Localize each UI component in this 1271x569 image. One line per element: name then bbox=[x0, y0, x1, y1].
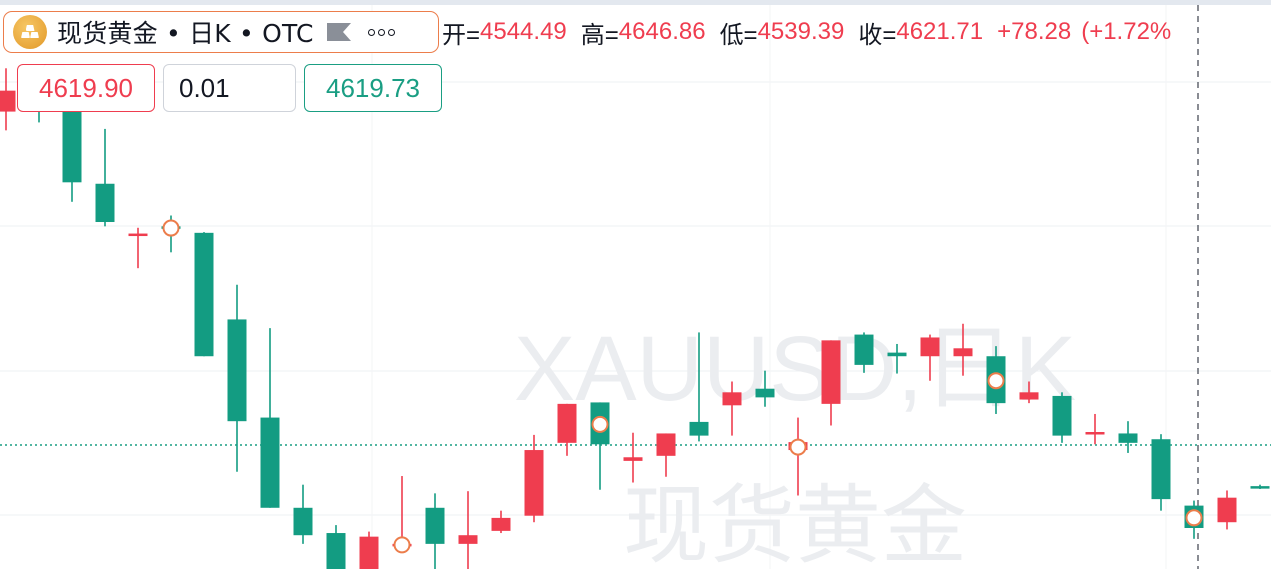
candle-body bbox=[260, 417, 280, 508]
open-label: 开= bbox=[442, 21, 481, 49]
candle-body bbox=[359, 536, 379, 569]
candle-body bbox=[194, 232, 214, 357]
open-value: 4544.49 bbox=[480, 18, 567, 45]
candle-body bbox=[1118, 433, 1138, 443]
close-label: 收= bbox=[858, 21, 897, 49]
symbol-selector[interactable]: 现货黄金 • 日K • OTC bbox=[3, 11, 439, 53]
event-marker-icon[interactable] bbox=[1185, 509, 1203, 527]
candle-body bbox=[821, 340, 841, 404]
candle-12 bbox=[392, 476, 412, 554]
event-marker-icon[interactable] bbox=[987, 372, 1005, 390]
flag-icon[interactable] bbox=[326, 22, 352, 42]
candle-14 bbox=[458, 491, 478, 569]
candle-body bbox=[1019, 392, 1039, 400]
candle-16 bbox=[524, 434, 544, 523]
candle-body bbox=[425, 507, 445, 544]
candle-body bbox=[1151, 439, 1171, 500]
event-marker-icon[interactable] bbox=[162, 219, 180, 237]
candle-body bbox=[326, 533, 346, 569]
candle-13 bbox=[425, 493, 445, 569]
change-value: +78.28 bbox=[997, 18, 1072, 45]
high-label: 高= bbox=[580, 21, 619, 49]
event-marker-icon[interactable] bbox=[591, 415, 609, 433]
candle-38 bbox=[1250, 484, 1270, 490]
change-percent: (+1.72% bbox=[1081, 18, 1172, 45]
candle-15 bbox=[491, 510, 511, 534]
candle-body bbox=[458, 535, 478, 544]
more-icon[interactable] bbox=[367, 28, 395, 36]
low-label: 低= bbox=[719, 21, 758, 49]
candle-body bbox=[491, 517, 511, 531]
candle-4 bbox=[128, 227, 148, 269]
candle-8 bbox=[260, 328, 280, 508]
candle-32 bbox=[1052, 392, 1072, 443]
candle-6 bbox=[194, 232, 214, 357]
candle-33 bbox=[1085, 413, 1105, 445]
candle-17 bbox=[557, 403, 577, 456]
high-value: 4646.86 bbox=[618, 18, 706, 45]
candle-body bbox=[524, 450, 544, 516]
candle-body bbox=[854, 334, 874, 365]
watermark-name: 现货黄金 bbox=[623, 476, 967, 569]
sell-price-button[interactable]: 4619.90 bbox=[17, 64, 155, 112]
ohlc-readout: 开= 4544.49 高= 4646.86 低= 4539.39 收= 4621… bbox=[442, 14, 1171, 50]
candle-body bbox=[722, 392, 742, 406]
candle-36 bbox=[1184, 500, 1204, 539]
candle-body bbox=[227, 319, 247, 422]
candle-20 bbox=[656, 433, 676, 477]
event-marker-icon[interactable] bbox=[393, 536, 411, 554]
candle-34 bbox=[1118, 421, 1138, 453]
candle-body bbox=[1217, 497, 1237, 523]
candle-body bbox=[623, 457, 643, 461]
symbol-title: 现货黄金 • 日K • OTC bbox=[57, 19, 314, 48]
candle-0 bbox=[0, 68, 16, 131]
low-value: 4539.39 bbox=[757, 18, 845, 45]
candle-body bbox=[755, 388, 775, 398]
gold-coin-icon bbox=[13, 15, 47, 49]
candle-5 bbox=[161, 215, 181, 253]
candle-body bbox=[887, 352, 907, 357]
event-marker-icon[interactable] bbox=[789, 438, 807, 456]
close-value: 4621.71 bbox=[896, 18, 984, 45]
candle-body bbox=[1052, 395, 1072, 436]
buy-price-button[interactable]: 4619.73 bbox=[304, 64, 442, 112]
candle-11 bbox=[359, 531, 379, 569]
candle-body bbox=[689, 421, 709, 436]
quantity-input[interactable]: 0.01 bbox=[163, 64, 296, 112]
candle-body bbox=[953, 348, 973, 357]
candle-body bbox=[656, 433, 676, 456]
candle-body bbox=[1085, 432, 1105, 435]
candle-18 bbox=[590, 402, 610, 490]
candle-7 bbox=[227, 284, 247, 472]
candle-9 bbox=[293, 484, 313, 544]
candle-body bbox=[920, 337, 940, 357]
candle-body bbox=[1250, 486, 1270, 489]
candle-10 bbox=[326, 525, 346, 569]
candle-body bbox=[95, 183, 115, 223]
candle-3 bbox=[95, 128, 115, 227]
candle-body bbox=[557, 403, 577, 443]
candle-body bbox=[0, 90, 16, 112]
candle-body bbox=[293, 507, 313, 536]
candle-35 bbox=[1151, 434, 1171, 511]
candle-body bbox=[128, 233, 148, 237]
candle-37 bbox=[1217, 490, 1237, 530]
